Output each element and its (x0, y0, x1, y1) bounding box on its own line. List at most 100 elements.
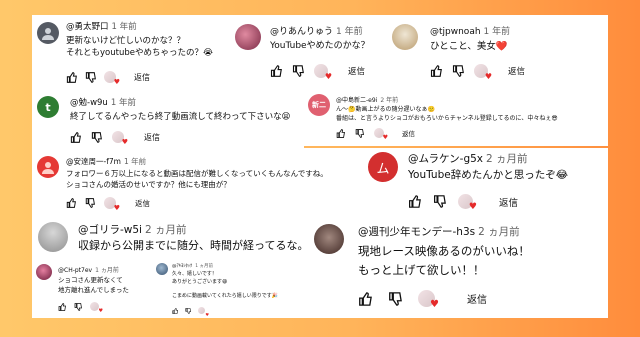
comment-actions: ♥ 返信 (270, 64, 365, 81)
comment-author[interactable]: @ムラケン-g5x 2 ヵ月前 (408, 151, 528, 166)
comment-actions: ♥ 返信 (66, 71, 150, 86)
user-avatar[interactable] (36, 264, 52, 280)
like-button[interactable] (358, 291, 372, 306)
like-button[interactable] (66, 198, 76, 208)
comment-actions: ♥ 返信 (358, 290, 487, 310)
dislike-button[interactable] (433, 195, 446, 208)
dislike-button[interactable] (85, 71, 96, 83)
comment-text: 久々、嬉しいです！ ありがとうございます😆 こまめに動画載いてくれたら嬉しい限りです… (172, 271, 278, 299)
comment-text: ん〜🤔動画上がるの随分遅いなぁ🙁 番組は、と言うよりショコがおもろいからチャンネル… (336, 106, 558, 122)
user-avatar[interactable] (314, 224, 344, 254)
comment-time[interactable]: 2 ヵ月前 (478, 226, 520, 238)
comment-author[interactable]: @ｱｷﾖｼﾀｯｸ 1 ヵ月前 (172, 263, 213, 269)
thumbs-down-icon (185, 307, 191, 314)
avatar-letter: ム (376, 161, 390, 177)
comment-time[interactable]: 1 年前 (111, 98, 136, 108)
comment-time[interactable]: 1 年前 (124, 157, 146, 166)
comment-author[interactable]: @週刊少年モンデー-h3s 2 ヵ月前 (358, 224, 520, 239)
dislike-button[interactable] (355, 128, 364, 138)
comment-text: ショコさん更新なくて 地方離れ進んでしまった (58, 276, 129, 294)
like-button[interactable] (70, 131, 81, 143)
comment-author[interactable]: @tjpwnoah 1 年前 (430, 24, 510, 37)
thumbs-down-icon (74, 302, 82, 311)
comment-time[interactable]: 2 年前 (380, 97, 398, 104)
reply-button[interactable]: 返信 (508, 65, 525, 77)
dislike-button[interactable] (388, 291, 402, 306)
comment-time[interactable]: 1 年前 (112, 22, 137, 32)
like-button[interactable] (408, 195, 421, 208)
heart-icon: ♥ (205, 312, 209, 317)
comment-time[interactable]: 1 年前 (484, 27, 511, 37)
comment-text: YouTubeやめたのかな？ (270, 41, 370, 51)
comment-actions: ♥ 返信 (430, 64, 525, 81)
dislike-button[interactable] (74, 302, 82, 311)
heart-icon: ♥ (430, 299, 439, 310)
creator-heart: ♥ (458, 194, 477, 212)
dislike-button[interactable] (185, 307, 191, 314)
comment-card: @ｱｷﾖｼﾀｯｸ 1 ヵ月前 久々、嬉しいです！ ありがとうございます😆 こまめに動画… (152, 260, 308, 318)
person-icon (42, 28, 54, 40)
like-button[interactable] (430, 65, 442, 77)
user-avatar[interactable] (392, 24, 418, 50)
heart-icon: ♥ (468, 202, 477, 212)
comment-time[interactable]: 1 年前 (336, 27, 363, 37)
reply-button[interactable]: 返信 (134, 72, 150, 83)
reply-button[interactable]: 返信 (135, 198, 150, 209)
reply-button[interactable]: 返信 (402, 128, 415, 138)
thumbs-down-icon (85, 71, 96, 83)
reply-button[interactable]: 返信 (144, 132, 160, 143)
comment-actions: ♥ (172, 307, 209, 317)
reply-button[interactable]: 返信 (467, 291, 487, 306)
reply-button[interactable]: 返信 (348, 65, 365, 77)
comment-author[interactable]: @ゴリラ-w5i 2 ヵ月前 (78, 222, 187, 237)
comment-author[interactable]: @安達周一-f7m 1 年前 (66, 156, 146, 167)
comment-time[interactable]: 2 ヵ月前 (145, 224, 187, 236)
user-avatar[interactable]: 新二 (308, 94, 330, 116)
user-avatar[interactable]: t (37, 96, 59, 118)
comment-actions: ♥ 返信 (336, 128, 415, 141)
creator-heart: ♥ (374, 128, 388, 141)
creator-heart: ♥ (104, 197, 120, 212)
heart-icon: ♥ (113, 204, 120, 212)
like-button[interactable] (66, 71, 77, 83)
creator-heart: ♥ (104, 71, 120, 86)
thumbs-up-icon (336, 128, 345, 138)
dislike-button[interactable] (85, 198, 95, 208)
reply-button[interactable]: 返信 (499, 195, 518, 209)
comment-actions: ♥ 返信 (70, 131, 160, 146)
comment-time[interactable]: 1 ヵ月前 (195, 264, 213, 269)
comment-author[interactable]: @勇太野口 1 年前 (66, 20, 137, 32)
user-avatar[interactable] (37, 22, 59, 44)
user-avatar[interactable]: ム (368, 152, 398, 182)
dislike-button[interactable] (292, 65, 304, 77)
creator-heart: ♥ (198, 307, 209, 317)
thumbs-up-icon (66, 71, 77, 83)
comment-author[interactable]: @CH-pt7ev 1 ヵ月前 (58, 265, 119, 274)
comment-card: t @勉-w9u 1 年前 終了してるんやったら終了動画流して終わって下さいな😫 … (32, 90, 304, 148)
thumbs-down-icon (452, 65, 464, 77)
user-avatar[interactable] (38, 222, 68, 252)
creator-heart: ♥ (418, 290, 439, 310)
like-button[interactable] (58, 302, 66, 311)
comment-time[interactable]: 1 ヵ月前 (95, 267, 119, 274)
comment-author[interactable]: @中島新二-e9i 2 年前 (336, 95, 398, 104)
user-avatar[interactable] (37, 156, 59, 178)
comment-author[interactable]: @りあんりゅう 1 年前 (270, 24, 363, 37)
comment-card: @安達周一-f7m 1 年前 フォロワー６万以上になると動画は配信が難しくなってい… (32, 148, 362, 216)
dislike-button[interactable] (91, 131, 102, 143)
comment-card: @勇太野口 1 年前 更新ないけど忙しいのかな？？ それともyoutubeやめちゃっ… (32, 15, 230, 90)
user-avatar[interactable] (235, 24, 261, 50)
comment-actions: ♥ 返信 (66, 197, 150, 212)
thumbs-down-icon (91, 131, 102, 143)
heart-icon: ♥ (324, 72, 332, 81)
comment-card: ム @ムラケン-g5x 2 ヵ月前 YouTube辞めたんかと思ったぞ😂 ♥ 返信 (362, 148, 608, 216)
like-button[interactable] (336, 128, 345, 138)
comment-time[interactable]: 2 ヵ月前 (486, 153, 528, 165)
like-button[interactable] (270, 65, 282, 77)
user-avatar[interactable] (156, 263, 168, 275)
like-button[interactable] (172, 307, 178, 314)
avatar-letter: t (45, 100, 51, 114)
comment-card: @週刊少年モンデー-h3s 2 ヵ月前 現地レース映像あるのがいいね！ もっと上げて… (308, 216, 608, 318)
dislike-button[interactable] (452, 65, 464, 77)
comment-author[interactable]: @勉-w9u 1 年前 (70, 96, 136, 108)
